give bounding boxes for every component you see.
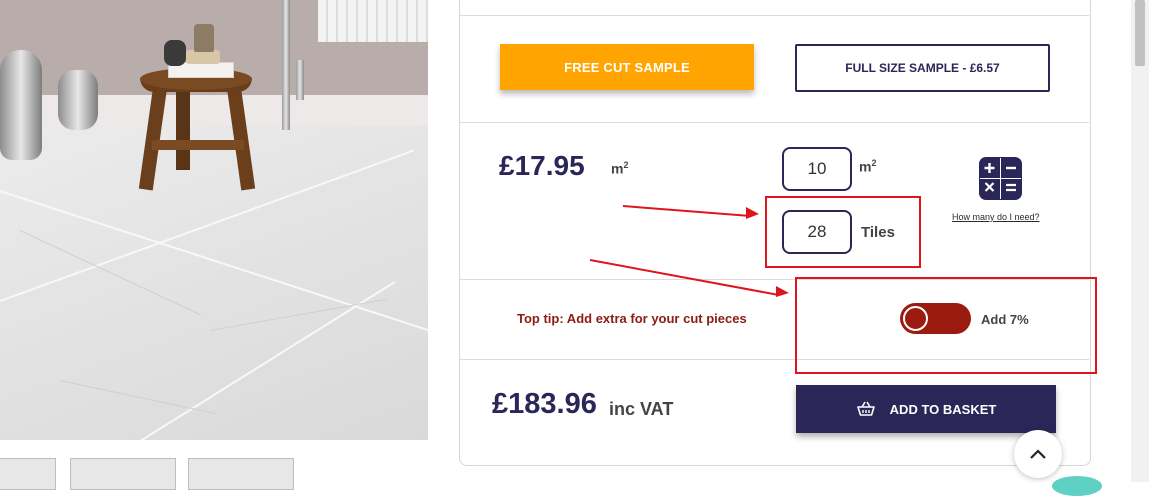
unit-superscript: 2	[623, 160, 629, 170]
thumbnail[interactable]	[70, 458, 176, 490]
unit-label: m	[611, 160, 624, 177]
area-unit: m2	[859, 158, 876, 175]
unit-price-unit: m2	[611, 160, 628, 177]
annotation-arrowhead	[746, 207, 759, 219]
image-bath-foot	[58, 70, 98, 130]
scrollbar-thumb[interactable]	[1135, 0, 1145, 66]
image-stool-leg	[176, 86, 190, 170]
top-tip-text: Top tip: Add extra for your cut pieces	[517, 311, 747, 326]
divider	[460, 15, 1089, 16]
image-bottle	[194, 24, 214, 52]
image-radiator	[318, 0, 428, 42]
add-to-basket-button[interactable]: ADD TO BASKET	[796, 385, 1056, 433]
image-marble-vein	[210, 298, 388, 331]
image-marble-vein	[19, 230, 202, 316]
vat-label: inc VAT	[609, 399, 674, 419]
image-vase	[164, 40, 186, 66]
image-pipe	[282, 0, 290, 130]
how-many-link[interactable]: How many do I need?	[952, 212, 1040, 222]
add-to-basket-label: ADD TO BASKET	[889, 401, 997, 417]
area-quantity-input[interactable]: 10	[782, 147, 852, 191]
image-tile-grout	[0, 190, 428, 335]
annotation-box-tiles	[765, 196, 921, 268]
image-marble-vein	[59, 380, 217, 415]
chat-widget[interactable]	[1052, 476, 1102, 496]
calculator-icon[interactable]	[979, 157, 1022, 200]
divider	[460, 122, 1089, 123]
scroll-to-top-button[interactable]	[1014, 430, 1062, 478]
total-price: £183.96	[492, 388, 597, 420]
image-stool-bar	[152, 140, 244, 150]
thumbnail[interactable]	[0, 458, 56, 490]
chevron-up-icon	[1029, 448, 1047, 460]
image-pipe	[296, 60, 304, 100]
area-unit-superscript: 2	[871, 158, 877, 168]
free-cut-sample-button[interactable]: FREE CUT SAMPLE	[500, 44, 754, 90]
unit-price: £17.95	[499, 150, 585, 181]
thumbnail[interactable]	[188, 458, 294, 490]
full-size-sample-button[interactable]: FULL SIZE SAMPLE - £6.57	[795, 44, 1050, 92]
area-unit-label: m	[859, 158, 872, 175]
basket-icon	[856, 401, 876, 417]
annotation-arrowhead	[776, 286, 789, 297]
page-scrollbar[interactable]	[1131, 0, 1149, 482]
image-bath-foot	[0, 50, 42, 160]
image-tile-grout	[0, 149, 415, 302]
image-soap	[186, 50, 220, 64]
annotation-box-toggle	[795, 277, 1097, 374]
product-image	[0, 0, 428, 440]
